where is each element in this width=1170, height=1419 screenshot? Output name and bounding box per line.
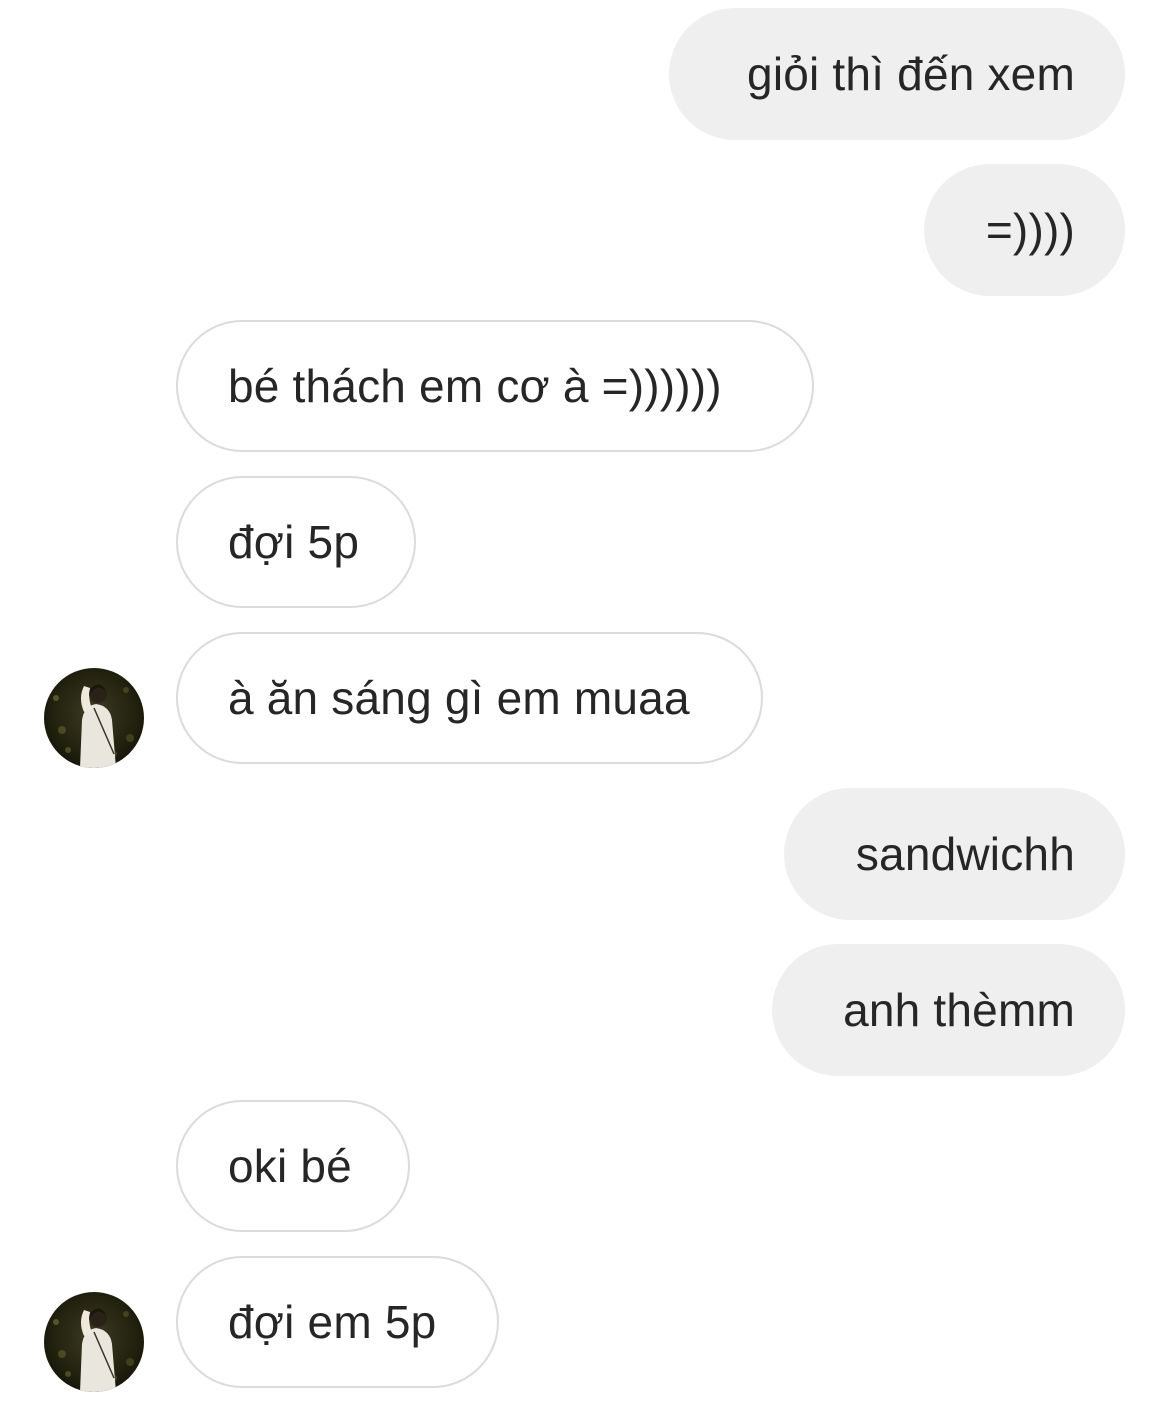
message-text: oki bé	[228, 1140, 352, 1192]
message-text: bé thách em cơ à =))))))	[228, 360, 722, 412]
contact-avatar-photo-icon	[44, 668, 144, 768]
contact-avatar[interactable]	[44, 1292, 144, 1392]
message-text: à ăn sáng gì em muaa	[228, 672, 690, 724]
message-bubble-received[interactable]: oki bé	[176, 1100, 410, 1232]
contact-avatar-photo-icon	[44, 1292, 144, 1392]
message-text: anh thèmm	[843, 984, 1075, 1036]
message-bubble-received[interactable]: à ăn sáng gì em muaa	[176, 632, 763, 764]
message-text: đợi em 5p	[228, 1296, 437, 1348]
message-text: =))))	[985, 204, 1075, 256]
message-text: giỏi thì đến xem	[747, 48, 1075, 100]
message-text: sandwichh	[855, 828, 1075, 880]
message-bubble-received[interactable]: bé thách em cơ à =))))))	[176, 320, 814, 452]
message-bubble-sent[interactable]: sandwichh	[784, 788, 1125, 920]
contact-avatar[interactable]	[44, 668, 144, 768]
message-text: đợi 5p	[228, 516, 360, 568]
message-bubble-sent[interactable]: anh thèmm	[772, 944, 1125, 1076]
message-bubble-received[interactable]: đợi 5p	[176, 476, 416, 608]
message-bubble-received[interactable]: đợi em 5p	[176, 1256, 499, 1388]
message-bubble-sent[interactable]: giỏi thì đến xem	[669, 8, 1125, 140]
message-bubble-sent[interactable]: =))))	[924, 164, 1125, 296]
